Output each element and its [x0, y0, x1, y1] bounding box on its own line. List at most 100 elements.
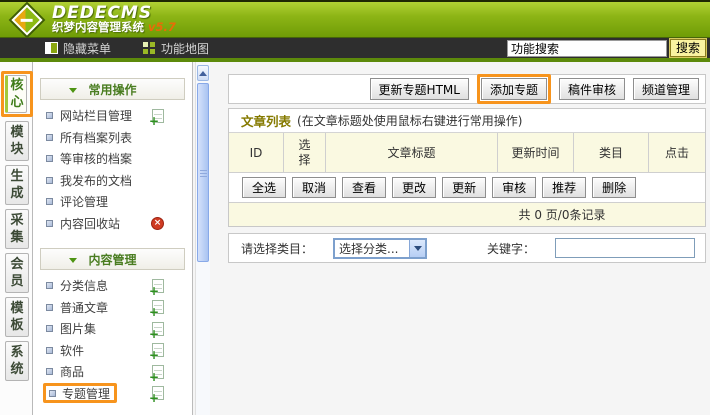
tab-system[interactable]: 系统	[5, 341, 29, 381]
menu-bar: 隐藏菜单 功能地图 搜索	[0, 38, 710, 58]
bullet-icon	[46, 177, 53, 184]
content-manage-list: 分类信息 + 普通文章 + 图片集 + 软件 +	[33, 275, 192, 404]
function-map-label: 功能地图	[161, 40, 209, 57]
article-list-title-row: 文章列表 (在文章标题处使用鼠标右键进行常用操作)	[229, 109, 705, 133]
sidebar-item-recycle-bin[interactable]: 内容回收站 ×	[33, 213, 192, 235]
list-action-buttons-row: 全选 取消 查看 更改 更新 审核 推荐 删除	[229, 173, 705, 202]
tab-core[interactable]: 核心	[5, 75, 27, 113]
doc-add-icon[interactable]: +	[152, 109, 164, 123]
scrollbar-thumb[interactable]	[197, 83, 209, 262]
doc-add-icon[interactable]: +	[152, 343, 164, 357]
view-button[interactable]: 查看	[342, 177, 386, 198]
update-topic-html-button[interactable]: 更新专题HTML	[370, 78, 469, 100]
article-list-panel: 文章列表 (在文章标题处使用鼠标右键进行常用操作) ID 选择 文章标题 更新时…	[228, 108, 706, 227]
scrollbar-up-button[interactable]	[197, 65, 209, 81]
collapse-arrow-icon	[69, 88, 77, 93]
doc-add-icon[interactable]: +	[152, 279, 164, 293]
delete-button[interactable]: 删除	[592, 177, 636, 198]
manuscript-review-button[interactable]: 稿件审核	[559, 78, 625, 100]
hide-menu-label: 隐藏菜单	[63, 40, 111, 57]
doc-add-icon[interactable]: +	[152, 365, 164, 379]
column-header-update-time: 更新时间	[498, 133, 574, 172]
sidebar-item-comment-manage[interactable]: 评论管理	[33, 191, 192, 213]
dedecms-admin-screen: DEDECMS 织梦内容管理系统 v5.7 隐藏菜单 功能地图 搜索 核心	[0, 0, 710, 415]
function-map-icon	[143, 42, 156, 54]
sidebar-item-special-topic-manage[interactable]: 专题管理 +	[33, 383, 192, 405]
keyword-input[interactable]	[555, 238, 695, 258]
article-list-hint: (在文章标题处使用鼠标右键进行常用操作)	[297, 112, 522, 129]
bullet-icon	[46, 112, 53, 119]
tab-collect[interactable]: 采集	[5, 209, 29, 249]
module-tab-column: 核心 模块 生成 采集 会员 模板 系统	[0, 62, 33, 415]
bullet-icon	[46, 304, 53, 311]
logo-text: DEDECMS 织梦内容管理系统 v5.7	[52, 5, 176, 34]
channel-manage-button[interactable]: 频道管理	[633, 78, 699, 100]
logo-title: DEDECMS	[52, 5, 176, 21]
search-button[interactable]: 搜索	[670, 39, 706, 57]
keyword-label: 关键字：	[487, 240, 535, 257]
column-header-id: ID	[229, 133, 284, 172]
add-topic-button[interactable]: 添加专题	[481, 78, 547, 100]
select-all-button[interactable]: 全选	[242, 177, 286, 198]
scrollbar-grip-icon	[200, 170, 207, 177]
record-count-label: 共 0 页/0条记录	[229, 202, 705, 226]
recommend-button[interactable]: 推荐	[542, 177, 586, 198]
hide-menu-icon	[45, 42, 58, 54]
category-select[interactable]: 选择分类...	[333, 238, 427, 259]
section-header-content-manage[interactable]: 内容管理	[40, 248, 185, 270]
category-select-label: 请选择类目：	[241, 240, 313, 257]
sidebar-item-all-archives[interactable]: 所有档案列表	[33, 127, 192, 149]
column-header-category: 类目	[574, 133, 649, 172]
sidebar-item-normal-article[interactable]: 普通文章 +	[33, 297, 192, 319]
annotation-box-add-topic: 添加专题	[477, 74, 551, 104]
sidebar-item-my-documents[interactable]: 我发布的文档	[33, 170, 192, 192]
review-button[interactable]: 审核	[492, 177, 536, 198]
sidebar-item-image-gallery[interactable]: 图片集 +	[33, 318, 192, 340]
content-area: 核心 模块 生成 采集 会员 模板 系统 常用操作 网站栏目管理 +	[0, 62, 710, 415]
annotation-box-core-tab: 核心	[1, 71, 33, 117]
cancel-button[interactable]: 取消	[292, 177, 336, 198]
bullet-icon	[46, 368, 53, 375]
function-map-button[interactable]: 功能地图	[143, 40, 209, 57]
sidebar-item-classified-info[interactable]: 分类信息 +	[33, 275, 192, 297]
doc-add-icon[interactable]: +	[152, 300, 164, 314]
doc-add-icon[interactable]: +	[152, 386, 164, 400]
header: DEDECMS 织梦内容管理系统 v5.7	[0, 0, 710, 38]
function-search-input[interactable]	[507, 40, 667, 57]
bullet-icon	[46, 220, 53, 227]
bullet-icon	[46, 282, 53, 289]
logo: DEDECMS 织梦内容管理系统 v5.7	[0, 5, 176, 34]
function-search-area: 搜索	[507, 39, 710, 57]
tab-generate[interactable]: 生成	[5, 165, 29, 205]
article-list-title: 文章列表	[241, 111, 291, 130]
bullet-icon	[46, 325, 53, 332]
logo-subtitle: 织梦内容管理系统	[52, 20, 144, 34]
dedecms-logo-icon	[11, 4, 42, 35]
hide-menu-button[interactable]: 隐藏菜单	[45, 40, 111, 57]
sidebar-item-product[interactable]: 商品 +	[33, 361, 192, 383]
recycle-icon[interactable]: ×	[151, 217, 164, 230]
modify-button[interactable]: 更改	[392, 177, 436, 198]
sidebar-item-site-column-manage[interactable]: 网站栏目管理 +	[33, 105, 192, 127]
tab-module[interactable]: 模块	[5, 121, 29, 161]
sidebar-item-software[interactable]: 软件 +	[33, 340, 192, 362]
column-header-clicks: 点击	[649, 133, 705, 172]
bullet-icon	[46, 134, 53, 141]
tab-template[interactable]: 模板	[5, 297, 29, 337]
sidebar-item-pending-archives[interactable]: 等审核的档案	[33, 148, 192, 170]
tab-member[interactable]: 会员	[5, 253, 29, 293]
column-header-article-title: 文章标题	[326, 133, 498, 172]
update-button[interactable]: 更新	[442, 177, 486, 198]
scroll-up-arrow-icon	[199, 71, 207, 76]
sidebar: 常用操作 网站栏目管理 + 所有档案列表 等审核的档案 我	[33, 62, 193, 415]
doc-add-icon[interactable]: +	[152, 322, 164, 336]
category-select-value: 选择分类...	[335, 240, 409, 257]
annotation-box-special-topic: 专题管理	[43, 383, 117, 403]
vertical-scrollbar[interactable]	[195, 62, 210, 415]
section-header-common-operations[interactable]: 常用操作	[40, 78, 185, 100]
bullet-icon	[46, 347, 53, 354]
select-dropdown-arrow-icon[interactable]	[409, 240, 425, 257]
table-header-row: ID 选择 文章标题 更新时间 类目 点击	[229, 133, 705, 173]
topic-toolbar: 更新专题HTML 添加专题 稿件审核 频道管理	[228, 74, 706, 104]
bullet-icon	[49, 390, 56, 397]
